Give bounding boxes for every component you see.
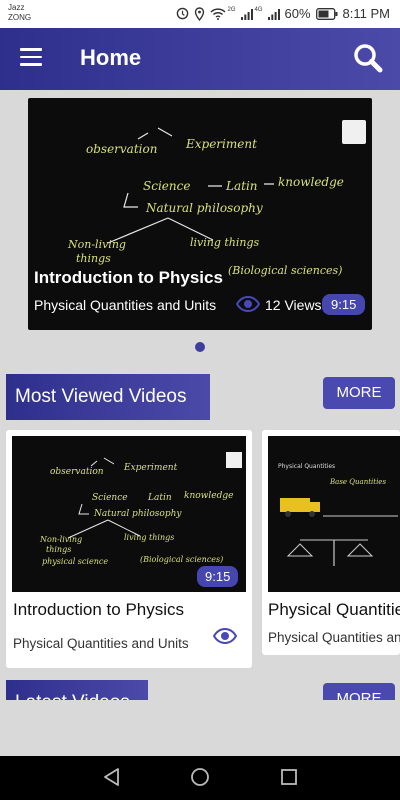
board-word-living-things: living things	[190, 236, 260, 249]
card-board-base: Base Quantities	[329, 478, 386, 486]
battery-icon	[315, 7, 338, 20]
board-word-biological-sciences: (Biological sciences)	[228, 264, 342, 277]
board-word-non-living: Non-living	[67, 238, 126, 251]
page-title: Home	[80, 45, 142, 70]
status-bar: Jazz ZONG 2G 4G 60% 8:11 PM	[0, 0, 400, 28]
carrier-line-1: Jazz	[8, 3, 25, 12]
video-card[interactable]: Physical Quantities Base Quantities Phys…	[262, 430, 400, 655]
network-badge-1: 2G	[227, 6, 236, 13]
board-word-observation: observation	[86, 142, 157, 156]
video-thumbnail: Physical Quantities Base Quantities	[268, 436, 400, 592]
signal-icon-2	[267, 8, 280, 20]
hamburger-menu-icon[interactable]	[20, 48, 42, 66]
signal-icon	[240, 8, 253, 20]
board-word-knowledge: knowledge	[278, 175, 344, 189]
featured-video-title: Introduction to Physics	[34, 268, 223, 287]
latest-videos-heading: Latest Videos	[6, 680, 148, 700]
card-board-knowledge: knowledge	[184, 491, 233, 501]
home-icon[interactable]	[190, 767, 210, 787]
card-board-latin: Latin	[147, 493, 172, 503]
featured-video-views: 12 Views	[265, 297, 322, 313]
card-board-science: Science	[92, 493, 128, 503]
card-board-non-living: Non-living	[39, 535, 82, 544]
carrier-line-2: ZONG	[8, 13, 32, 22]
battery-percent: 60%	[284, 6, 311, 21]
school-bus-icon	[280, 498, 310, 512]
views-eye-icon	[236, 296, 260, 312]
video-title: Physical Quantities and Units	[268, 600, 400, 619]
channel-logo-icon	[342, 120, 366, 144]
video-title: Introduction to Physics	[13, 600, 185, 619]
board-word-science: Science	[143, 179, 190, 193]
channel-logo-icon	[226, 452, 242, 468]
card-board-natural-philosophy: Natural philosophy	[93, 509, 182, 519]
latest-videos-header: Latest Videos MORE	[0, 680, 400, 700]
clock: 8:11 PM	[342, 6, 390, 21]
video-subtitle: Physical Quantities and Units	[268, 630, 400, 645]
card-board-living-things: living things	[124, 533, 174, 542]
most-viewed-heading: Most Viewed Videos	[6, 374, 210, 420]
search-icon[interactable]	[352, 42, 384, 74]
balance-scale-icon	[286, 543, 374, 557]
most-viewed-more-button[interactable]: MORE	[323, 377, 395, 409]
app-bar: Home	[0, 28, 400, 90]
recent-apps-icon[interactable]	[279, 767, 299, 787]
card-board-physical-science: physical science	[42, 557, 108, 566]
system-navigation-bar	[0, 756, 400, 800]
network-badge-2: 4G	[254, 6, 263, 13]
card-board-caption: Physical Quantities	[278, 463, 335, 470]
views-eye-icon	[213, 628, 237, 644]
card-board-things: things	[46, 545, 71, 554]
featured-video-subtitle: Physical Quantities and Units	[34, 297, 217, 313]
board-word-things: things	[76, 252, 111, 265]
video-duration: 9:15	[197, 566, 239, 587]
card-board-biological-sciences: (Biological sciences)	[140, 555, 223, 564]
location-icon	[195, 6, 205, 21]
back-icon[interactable]	[102, 767, 122, 787]
board-word-latin: Latin	[225, 179, 258, 193]
video-subtitle: Physical Quantities and Units	[13, 636, 189, 651]
card-board-observation: observation	[50, 467, 104, 477]
video-card[interactable]: observation Experiment Science Latin kno…	[6, 430, 252, 668]
carousel-indicator-dot[interactable]	[195, 342, 205, 352]
board-word-experiment: Experiment	[185, 137, 257, 151]
board-word-natural-philosophy: Natural philosophy	[145, 201, 263, 215]
card-board-experiment: Experiment	[123, 463, 178, 473]
latest-videos-more-button[interactable]: MORE	[323, 683, 395, 700]
featured-video-duration: 9:15	[322, 294, 366, 315]
wifi-icon	[210, 8, 227, 20]
status-icons: 2G 4G 60% 8:11 PM	[176, 6, 390, 21]
chalkboard-thumbnail: observation Experiment Science Latin kno…	[67, 127, 344, 277]
featured-video-banner[interactable]: observation Experiment Science Latin kno…	[28, 98, 372, 330]
alarm-icon	[177, 7, 189, 20]
carrier-name: Jazz ZONG	[8, 3, 31, 23]
